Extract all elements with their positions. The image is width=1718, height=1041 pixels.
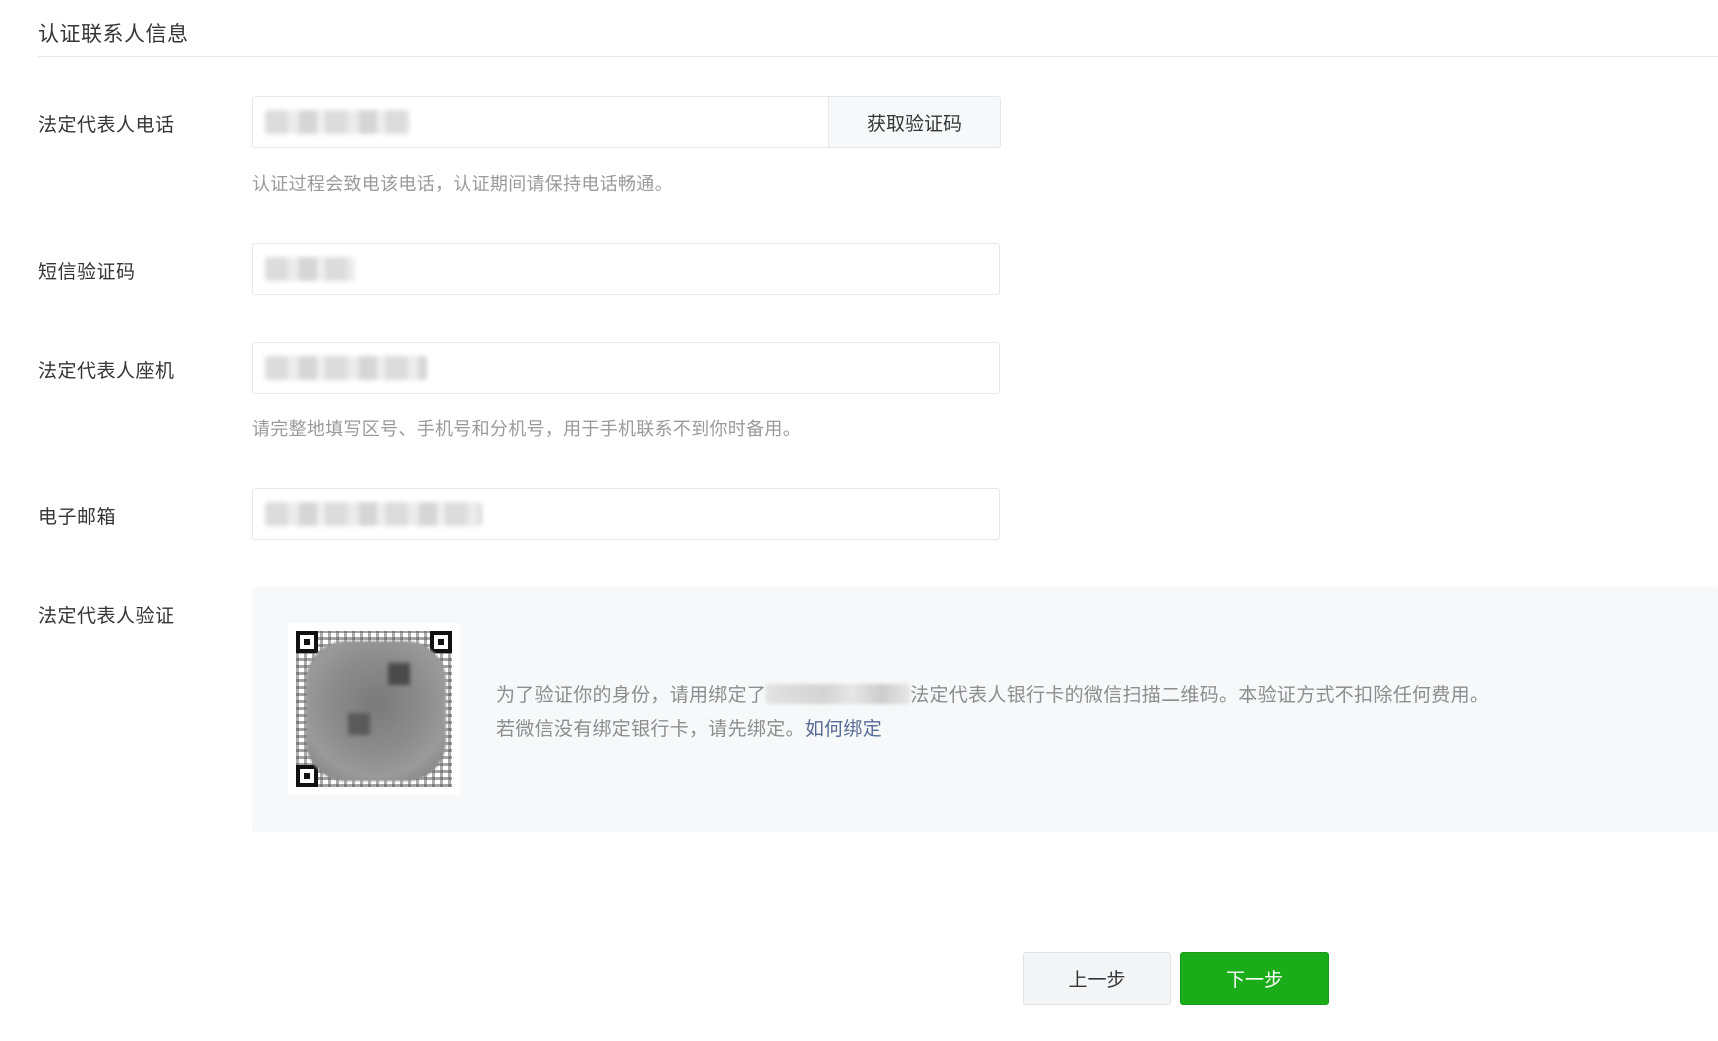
how-to-bind-link[interactable]: 如何绑定 bbox=[805, 718, 882, 740]
email-masked-value bbox=[265, 502, 482, 526]
qr-finder-bottom-left bbox=[296, 765, 318, 787]
phone-label: 法定代表人电话 bbox=[38, 114, 175, 136]
sms-code-field bbox=[252, 243, 1000, 295]
get-code-button[interactable]: 获取验证码 bbox=[828, 96, 1001, 148]
landline-label: 法定代表人座机 bbox=[38, 360, 175, 382]
masked-name bbox=[766, 684, 911, 704]
qr-blur-spot bbox=[388, 663, 410, 685]
landline-tip: 请完整地填写区号、手机号和分机号，用于手机联系不到你时备用。 bbox=[252, 419, 801, 440]
qr-finder-top-right bbox=[430, 631, 452, 653]
verify-text-after: 法定代表人银行卡的微信扫描二维码。本验证方式不扣除任何费用。 bbox=[910, 684, 1490, 706]
qr-blur-spot bbox=[348, 713, 370, 735]
landline-field bbox=[252, 342, 1000, 394]
phone-field-group: 获取验证码 bbox=[252, 96, 1001, 148]
verify-line-1: 为了验证你的身份，请用绑定了 法定代表人银行卡的微信扫描二维码。本验证方式不扣除任… bbox=[496, 678, 1489, 712]
email-field bbox=[252, 488, 1000, 540]
prev-step-button[interactable]: 上一步 bbox=[1023, 952, 1171, 1005]
section-title: 认证联系人信息 bbox=[38, 22, 189, 46]
legal-verify-label: 法定代表人验证 bbox=[38, 605, 175, 627]
legal-verify-text: 为了验证你的身份，请用绑定了 法定代表人银行卡的微信扫描二维码。本验证方式不扣除任… bbox=[496, 678, 1489, 746]
legal-verify-panel: 为了验证你的身份，请用绑定了 法定代表人银行卡的微信扫描二维码。本验证方式不扣除任… bbox=[252, 587, 1718, 832]
verify-bind-hint: 若微信没有绑定银行卡，请先绑定。 bbox=[496, 718, 805, 740]
qr-finder-top-left bbox=[296, 631, 318, 653]
verify-text-before: 为了验证你的身份，请用绑定了 bbox=[496, 684, 767, 706]
sms-code-input[interactable] bbox=[253, 244, 999, 294]
email-label: 电子邮箱 bbox=[38, 506, 117, 528]
next-step-button[interactable]: 下一步 bbox=[1180, 952, 1329, 1005]
section-divider bbox=[38, 56, 1718, 57]
landline-masked-value bbox=[265, 356, 427, 380]
qr-blur-overlay bbox=[306, 641, 446, 781]
phone-masked-value bbox=[265, 110, 410, 134]
qr-code-icon bbox=[288, 623, 460, 795]
verify-line-2: 若微信没有绑定银行卡，请先绑定。如何绑定 bbox=[496, 712, 1489, 746]
sms-code-masked-value bbox=[265, 257, 355, 281]
sms-code-label: 短信验证码 bbox=[38, 261, 136, 283]
phone-tip: 认证过程会致电该电话，认证期间请保持电话畅通。 bbox=[252, 174, 673, 195]
